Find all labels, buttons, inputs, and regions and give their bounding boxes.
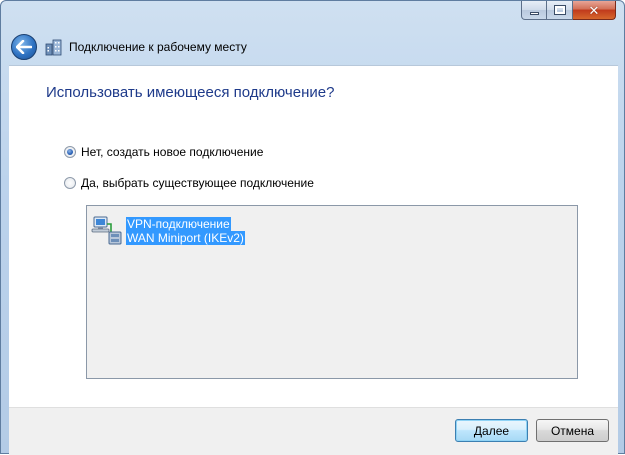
connections-list[interactable]: VPN-подключение WAN Miniport (IKEv2) — [86, 205, 578, 379]
close-button[interactable]: ✕ — [573, 1, 616, 20]
minimize-icon — [529, 11, 539, 15]
next-button[interactable]: Далее — [455, 419, 528, 442]
back-button[interactable] — [11, 34, 37, 60]
workplace-connection-icon — [45, 39, 62, 56]
page-heading: Использовать имеющееся подключение? — [46, 84, 335, 101]
minimize-button[interactable] — [521, 1, 547, 20]
wizard-header: Подключение к рабочему месту — [9, 29, 618, 65]
maximize-button[interactable] — [547, 1, 573, 20]
option-create-new[interactable]: Нет, создать новое подключение — [64, 145, 263, 159]
connection-device: WAN Miniport (IKEv2) — [126, 231, 245, 245]
radio-selected-dot — [67, 149, 73, 155]
connection-name: VPN-подключение — [126, 217, 231, 231]
wizard-window: ✕ Подключение к рабочему месту Использов… — [0, 0, 625, 455]
radio-create-new[interactable] — [64, 146, 76, 158]
wizard-content: Использовать имеющееся подключение? Нет,… — [9, 65, 618, 407]
list-item[interactable]: VPN-подключение WAN Miniport (IKEv2) — [91, 214, 245, 246]
option-use-existing[interactable]: Да, выбрать существующее подключение — [64, 176, 314, 190]
radio-use-existing[interactable] — [64, 177, 76, 189]
network-connection-icon — [91, 216, 122, 245]
back-arrow-icon — [16, 40, 32, 54]
connection-text: VPN-подключение WAN Miniport (IKEv2) — [126, 217, 245, 245]
wizard-footer: Далее Отмена — [9, 407, 618, 455]
caption-buttons: ✕ — [521, 1, 616, 21]
option-create-new-label[interactable]: Нет, создать новое подключение — [81, 145, 263, 159]
maximize-icon — [553, 5, 566, 15]
close-icon: ✕ — [588, 2, 600, 18]
cancel-button[interactable]: Отмена — [536, 419, 609, 442]
option-use-existing-label[interactable]: Да, выбрать существующее подключение — [81, 176, 314, 190]
window-title: Подключение к рабочему месту — [69, 40, 247, 54]
